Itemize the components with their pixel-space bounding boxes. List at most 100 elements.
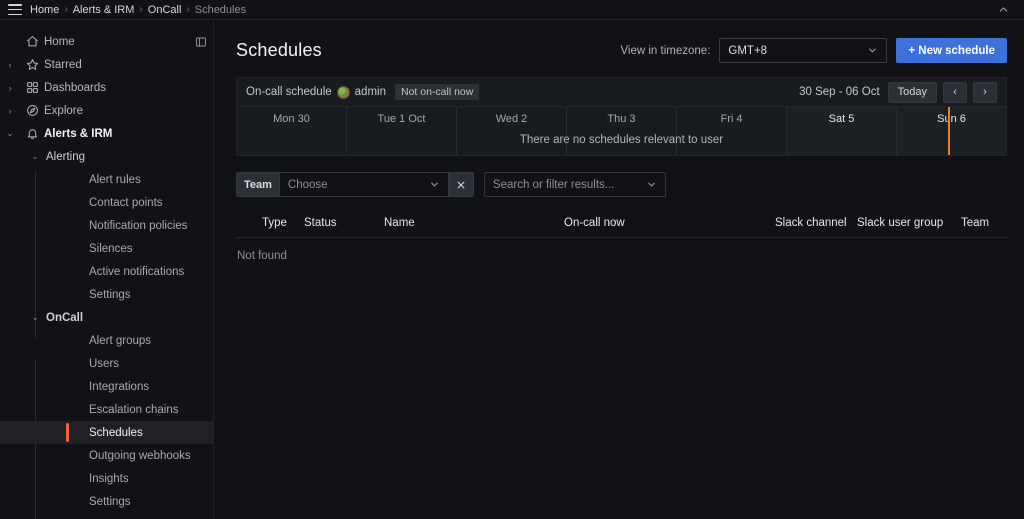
sidebar-item-oncall[interactable]: ⌄ OnCall — [0, 306, 213, 329]
column-header-type[interactable]: Type — [236, 217, 304, 229]
search-input[interactable]: Search or filter results... — [483, 172, 666, 197]
user-avatar — [336, 85, 350, 99]
table-empty-state: Not found — [236, 237, 1007, 262]
chevron-down-icon — [867, 45, 878, 56]
day-label: Wed 2 — [495, 113, 528, 125]
sidebar-item-insights[interactable]: Insights — [0, 467, 213, 490]
sidebar-item-label: Alert groups — [89, 334, 152, 347]
sidebar-item-label: Starred — [44, 58, 82, 71]
sidebar-item-settings[interactable]: Settings — [0, 283, 213, 306]
sidebar-item-label: Explore — [44, 104, 83, 117]
next-week-button[interactable]: › — [973, 81, 997, 103]
day-column: Mon 30 — [237, 107, 347, 155]
sidebar-item-home[interactable]: Home — [0, 30, 213, 53]
sidebar-item-outgoing-webhooks[interactable]: Outgoing webhooks — [0, 444, 213, 467]
schedule-user-name: admin — [354, 86, 386, 98]
oncall-schedule-panel: On-call schedule admin Not on-call now 3… — [236, 77, 1007, 156]
day-column: Fri 4 — [677, 107, 787, 155]
sidebar-item-explore[interactable]: › Explore — [0, 99, 213, 122]
current-time-marker — [948, 107, 950, 155]
page-header-actions: View in timezone: GMT+8 + New schedule — [620, 38, 1007, 63]
chevron-down-icon — [646, 179, 657, 190]
day-column: Tue 1 Oct — [347, 107, 457, 155]
bell-icon — [20, 127, 44, 140]
dock-menu-icon[interactable] — [195, 36, 207, 48]
sidebar-item-label: Integrations — [89, 380, 150, 393]
compass-icon — [20, 104, 44, 117]
timezone-select[interactable]: GMT+8 — [719, 38, 888, 63]
sidebar-item-notification-policies[interactable]: Notification policies — [0, 214, 213, 237]
timezone-label: View in timezone: — [620, 44, 711, 57]
column-header-team[interactable]: Team — [961, 217, 1007, 229]
search-placeholder: Search or filter results... — [492, 178, 615, 191]
sidebar-item-schedules[interactable]: Schedules — [0, 421, 213, 444]
page-title: Schedules — [236, 40, 322, 60]
sidebar-item-label: Silences — [89, 242, 133, 255]
sidebar-item-active-notifications[interactable]: Active notifications — [0, 260, 213, 283]
sidebar-item-starred[interactable]: › Starred — [0, 53, 213, 76]
column-header-slack-channel[interactable]: Slack channel — [775, 217, 857, 229]
chevron-down-icon[interactable]: ⌄ — [24, 312, 46, 323]
today-button[interactable]: Today — [887, 81, 937, 103]
team-select[interactable]: Choose — [278, 172, 449, 197]
column-header-oncall-now[interactable]: On-call now — [534, 217, 775, 229]
star-icon — [20, 58, 44, 71]
sidebar-item-silences[interactable]: Silences — [0, 237, 213, 260]
chevron-right-icon[interactable]: › — [0, 60, 20, 70]
sidebar-item-label: Alerts & IRM — [44, 127, 113, 140]
home-icon — [20, 35, 44, 48]
dashboards-icon — [20, 81, 44, 94]
day-column: Sat 5 — [787, 107, 897, 155]
sidebar-item-alerts-irm[interactable]: ⌄ Alerts & IRM — [0, 122, 213, 145]
sidebar-item-label: Alerting — [46, 150, 85, 163]
breadcrumb-item-oncall[interactable]: OnCall — [148, 4, 182, 16]
sidebar-item-label: Home — [44, 35, 75, 48]
page-header: Schedules View in timezone: GMT+8 + New … — [215, 21, 1024, 63]
schedule-panel-title: On-call schedule — [246, 86, 332, 98]
day-column: Wed 2 — [457, 107, 567, 155]
top-breadcrumb-bar: Home › Alerts & IRM › OnCall › Schedules — [0, 0, 1024, 20]
chevron-right-icon[interactable]: › — [0, 106, 20, 116]
hamburger-icon[interactable] — [8, 4, 22, 15]
column-header-slack-user-group[interactable]: Slack user group — [857, 217, 961, 229]
sidebar-item-contact-points[interactable]: Contact points — [0, 191, 213, 214]
day-column: Thu 3 — [567, 107, 677, 155]
timezone-value: GMT+8 — [728, 44, 768, 57]
chevron-down-icon[interactable]: ⌄ — [24, 151, 46, 162]
chevron-up-icon[interactable] — [997, 3, 1016, 16]
column-header-status[interactable]: Status — [304, 217, 384, 229]
day-label: Mon 30 — [273, 113, 310, 125]
schedule-date-nav: 30 Sep - 06 Oct Today ‹ › — [799, 81, 997, 103]
breadcrumb: Home › Alerts & IRM › OnCall › Schedules — [30, 4, 246, 16]
day-label: Thu 3 — [607, 113, 636, 125]
schedules-table: Type Status Name On-call now Slack chann… — [236, 217, 1007, 262]
sidebar-item-escalation-chains[interactable]: Escalation chains — [0, 398, 213, 421]
sidebar-item-dashboards[interactable]: › Dashboards — [0, 76, 213, 99]
team-filter-label: Team — [236, 172, 279, 197]
date-range-label: 30 Sep - 06 Oct — [799, 86, 880, 98]
sidebar-item-label: OnCall — [46, 311, 84, 324]
breadcrumb-item-home[interactable]: Home — [30, 4, 59, 16]
day-column: Sun 6 — [897, 107, 1006, 155]
column-header-name[interactable]: Name — [384, 217, 534, 229]
chevron-right-icon[interactable]: › — [0, 83, 20, 93]
sidebar-item-alert-groups[interactable]: Alert groups — [0, 329, 213, 352]
breadcrumb-item-alerts-irm[interactable]: Alerts & IRM — [73, 4, 135, 16]
team-filter-group: Team Choose — [236, 172, 474, 197]
sidebar-item-integrations[interactable]: Integrations — [0, 375, 213, 398]
new-schedule-button[interactable]: + New schedule — [896, 38, 1007, 63]
prev-week-button[interactable]: ‹ — [943, 81, 967, 103]
sidebar-item-users[interactable]: Users — [0, 352, 213, 375]
close-icon[interactable] — [448, 172, 474, 197]
sidebar-item-alerting[interactable]: ⌄ Alerting — [0, 145, 213, 168]
status-badge: Not on-call now — [394, 84, 480, 100]
sidebar: Home › Starred › Dashboards › Explore ⌄ Alerts &… — [0, 21, 214, 519]
sidebar-item-settings[interactable]: Settings — [0, 490, 213, 513]
sidebar-item-label: Dashboards — [44, 81, 107, 94]
sidebar-item-label: Settings — [89, 288, 131, 301]
breadcrumb-separator: › — [139, 4, 143, 15]
breadcrumb-separator: › — [64, 4, 68, 15]
sidebar-item-alert-rules[interactable]: Alert rules — [0, 168, 213, 191]
filter-row: Team Choose Search or filter results... — [236, 172, 1007, 197]
chevron-down-icon[interactable]: ⌄ — [0, 128, 20, 139]
